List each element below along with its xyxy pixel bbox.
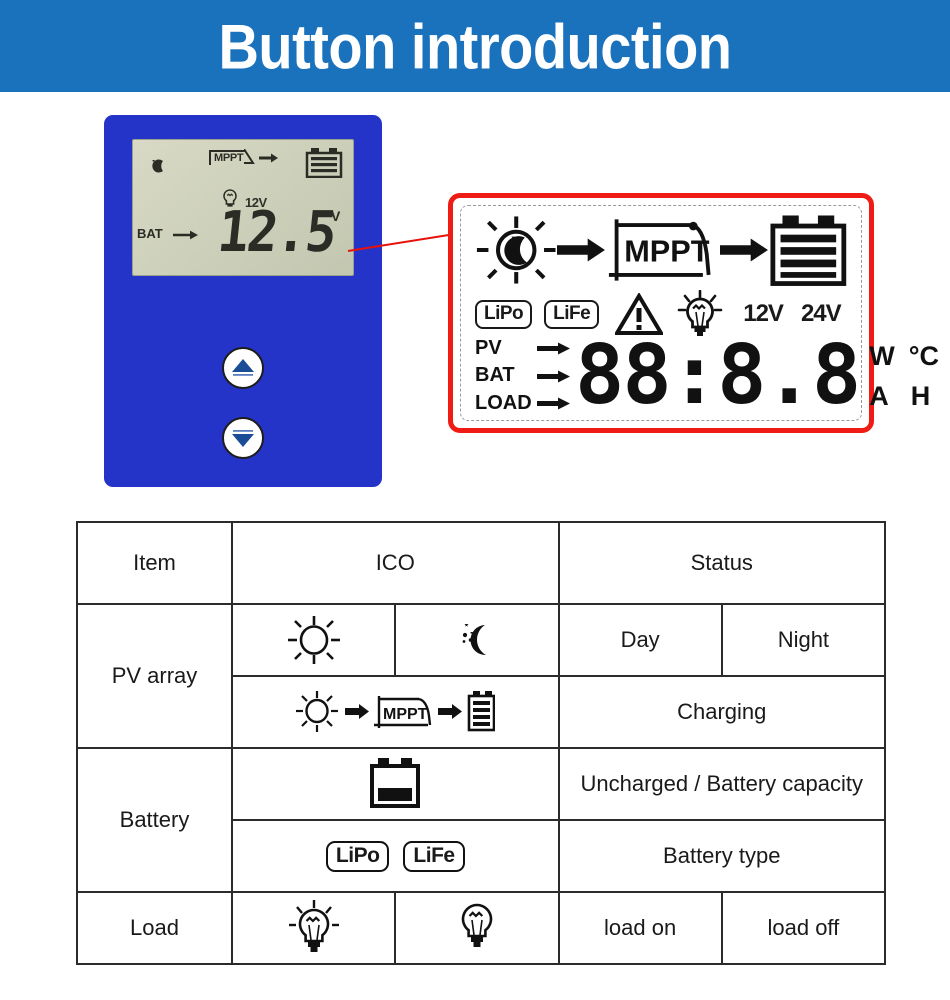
device-mppt-group: MPPT: [209, 149, 279, 165]
bulb-off-icon-cell: [394, 891, 560, 965]
battery-type-tags-cell: LiPo LiFe: [231, 819, 560, 893]
bat-label: BAT: [475, 364, 515, 387]
page-header: Button introduction: [0, 0, 950, 92]
down-button[interactable]: [222, 417, 264, 459]
volt-12v-label: 12V: [743, 300, 784, 327]
battery-partial-icon: [370, 758, 421, 808]
lcd-label-pv: PV: [475, 335, 571, 363]
unit-a: A: [869, 381, 889, 411]
arrow-right-icon: [173, 230, 199, 240]
unit-h: H: [910, 381, 931, 411]
arrow-right-icon: [537, 370, 570, 382]
status-load-off: load off: [720, 891, 887, 965]
lcd-top-row: MPPT: [475, 212, 847, 288]
unit-w: W: [869, 340, 895, 371]
svg-text:MPPT: MPPT: [625, 234, 710, 269]
pv-label: PV: [475, 336, 502, 359]
life-tag: LiFe: [403, 840, 465, 872]
volt-24v-label: 24V: [800, 300, 842, 327]
lcd-legend-panel: MPPT LiPo LiFe 12V 24V PV BAT LOAD 88:8.…: [448, 193, 939, 433]
table-header-row: Item ICO Status: [76, 521, 886, 605]
lipo-tag: LiPo: [475, 299, 533, 329]
sun-moon-icon: [476, 216, 556, 284]
device-voltage-unit: V: [331, 208, 341, 224]
arrow-right-icon: [720, 238, 769, 262]
moon-stars-icon: [462, 624, 486, 656]
lcd-source-labels: PV BAT LOAD: [475, 335, 571, 418]
up-button[interactable]: [222, 347, 264, 389]
arrow-right-icon: [537, 342, 570, 355]
lcd-units-bottom: A H: [869, 376, 939, 417]
seven-segment-display: 88:8.8: [575, 328, 861, 424]
row-label-battery: Battery: [76, 747, 233, 893]
lcd-bottom-row: PV BAT LOAD 88:8.8 W °C A H: [475, 335, 939, 418]
table-row-load: Load load on load off: [76, 891, 887, 965]
unit-celsius: °C: [908, 340, 939, 371]
triangle-down-icon: [232, 430, 254, 447]
charging-flow-icon: MPPT: [296, 691, 496, 732]
device-voltage-value: 12.5: [214, 200, 339, 265]
status-day: Day: [557, 603, 723, 677]
status-battery-type: Battery type: [557, 819, 886, 893]
sun-icon: [287, 616, 340, 664]
moon-stars-icon: [149, 157, 169, 175]
status-night: Night: [720, 603, 887, 677]
device-bat-label: BAT: [137, 226, 163, 241]
solar-charge-controller-device: MPPT 12V BAT 12.5 V: [104, 115, 382, 487]
battery-partial-icon-cell: [231, 747, 560, 821]
status-charging: Charging: [557, 675, 886, 749]
battery-icon: [305, 148, 343, 178]
row-label-pv-array: PV array: [76, 603, 233, 749]
status-uncharged-capacity: Uncharged / Battery capacity: [557, 747, 886, 821]
table-row-battery-capacity: Battery Uncharged / Battery capacity: [76, 747, 886, 893]
mppt-curve-icon: MPPT: [609, 219, 711, 281]
lipo-tag: LiPo: [325, 840, 390, 872]
header-status: Status: [557, 521, 886, 605]
lcd-label-load: LOAD: [475, 390, 571, 418]
svg-text:MPPT: MPPT: [383, 706, 428, 723]
bulb-on-icon-cell: [230, 891, 397, 965]
arrow-right-icon: [537, 397, 570, 410]
triangle-up-icon: [232, 359, 254, 376]
bulb-off-icon: [461, 903, 493, 947]
header-item: Item: [76, 521, 233, 605]
lcd-units-top: W °C: [869, 336, 939, 377]
battery-full-icon: [770, 215, 847, 286]
status-load-on: load on: [557, 891, 723, 965]
table-row-pv-daynight: PV array Day Night: [76, 603, 887, 749]
device-lcd-screen: MPPT 12V BAT 12.5 V: [132, 139, 354, 276]
arrow-right-icon: [557, 238, 606, 262]
page-title: Button introduction: [218, 10, 732, 82]
sun-icon-cell: [230, 603, 397, 677]
icon-legend-table: Item ICO Status PV array Day Night MPPT …: [76, 521, 887, 965]
life-tag: LiFe: [544, 299, 600, 329]
arrow-right-icon: [259, 153, 279, 162]
lcd-unit-labels: W °C A H: [869, 336, 939, 417]
load-label: LOAD: [475, 391, 532, 414]
lcd-label-bat: BAT: [475, 362, 571, 390]
moon-icon-cell: [394, 603, 560, 677]
row-label-load: Load: [76, 891, 233, 965]
mppt-box: MPPT: [209, 149, 256, 165]
bulb-on-icon: [288, 900, 339, 952]
charging-flow-icon-cell: MPPT: [231, 675, 560, 749]
header-ico: ICO: [231, 521, 560, 605]
lcd-legend-inner: MPPT LiPo LiFe 12V 24V PV BAT LOAD 88:8.…: [460, 205, 939, 421]
